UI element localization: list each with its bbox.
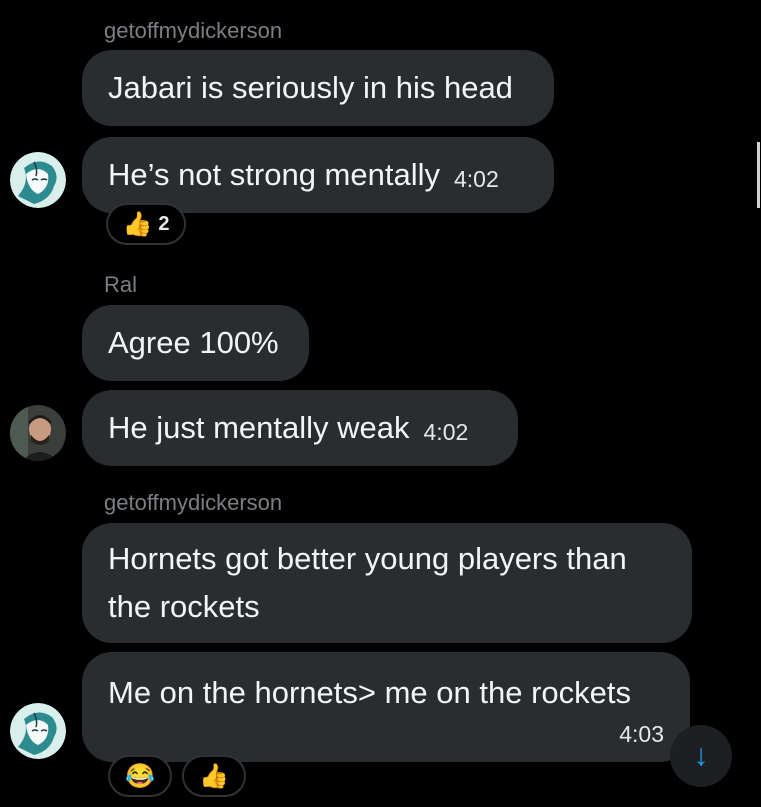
- avatar-drawing-icon: [10, 152, 66, 208]
- reaction-thumbs-up[interactable]: 👍: [182, 755, 246, 797]
- scroll-to-bottom-button[interactable]: ↓: [670, 725, 732, 787]
- reaction-thumbs-up[interactable]: 👍 2: [106, 203, 186, 245]
- message-bubble[interactable]: He just mentally weak 4:02: [82, 390, 518, 466]
- sender-name: Ral: [104, 272, 138, 297]
- avatar-drawing-icon: [10, 703, 66, 759]
- avatar[interactable]: [10, 152, 66, 208]
- thumbs-up-icon: 👍: [122, 210, 153, 238]
- message-text: He’s not strong mentally: [108, 157, 440, 192]
- message-text-line: the rockets: [108, 589, 260, 624]
- reaction-laughing[interactable]: 😂: [108, 755, 172, 797]
- avatar[interactable]: [10, 703, 66, 759]
- message-bubble[interactable]: He’s not strong mentally 4:02: [82, 137, 554, 213]
- message-bubble[interactable]: Jabari is seriously in his head: [82, 50, 554, 126]
- message-time: 4:03: [619, 721, 664, 747]
- sender-name: getoffmydickerson: [104, 18, 283, 43]
- message-time: 4:02: [423, 419, 469, 445]
- message-bubble[interactable]: Agree 100%: [82, 305, 309, 381]
- message-text: Jabari is seriously in his head: [108, 70, 513, 105]
- edge-scroll-indicator: [757, 142, 760, 208]
- message-text-line: Hornets got better young players than: [108, 541, 627, 576]
- message-bubble[interactable]: Me on the hornets> me on the rockets 4:0…: [82, 652, 690, 762]
- sender-name: getoffmydickerson: [104, 490, 283, 515]
- arrow-down-icon: ↓: [693, 739, 709, 772]
- message-text: Agree 100%: [108, 325, 279, 360]
- avatar[interactable]: [10, 405, 66, 461]
- message-text: Me on the hornets> me on the rockets: [108, 675, 631, 710]
- message-bubble[interactable]: Hornets got better young players than th…: [82, 523, 692, 643]
- thumbs-up-icon: 👍: [199, 762, 229, 790]
- laughing-face-icon: 😂: [125, 762, 155, 790]
- message-text: He just mentally weak: [108, 410, 410, 445]
- avatar-photo-icon: [10, 405, 66, 461]
- reaction-count: 2: [158, 212, 170, 235]
- message-time: 4:02: [453, 166, 499, 192]
